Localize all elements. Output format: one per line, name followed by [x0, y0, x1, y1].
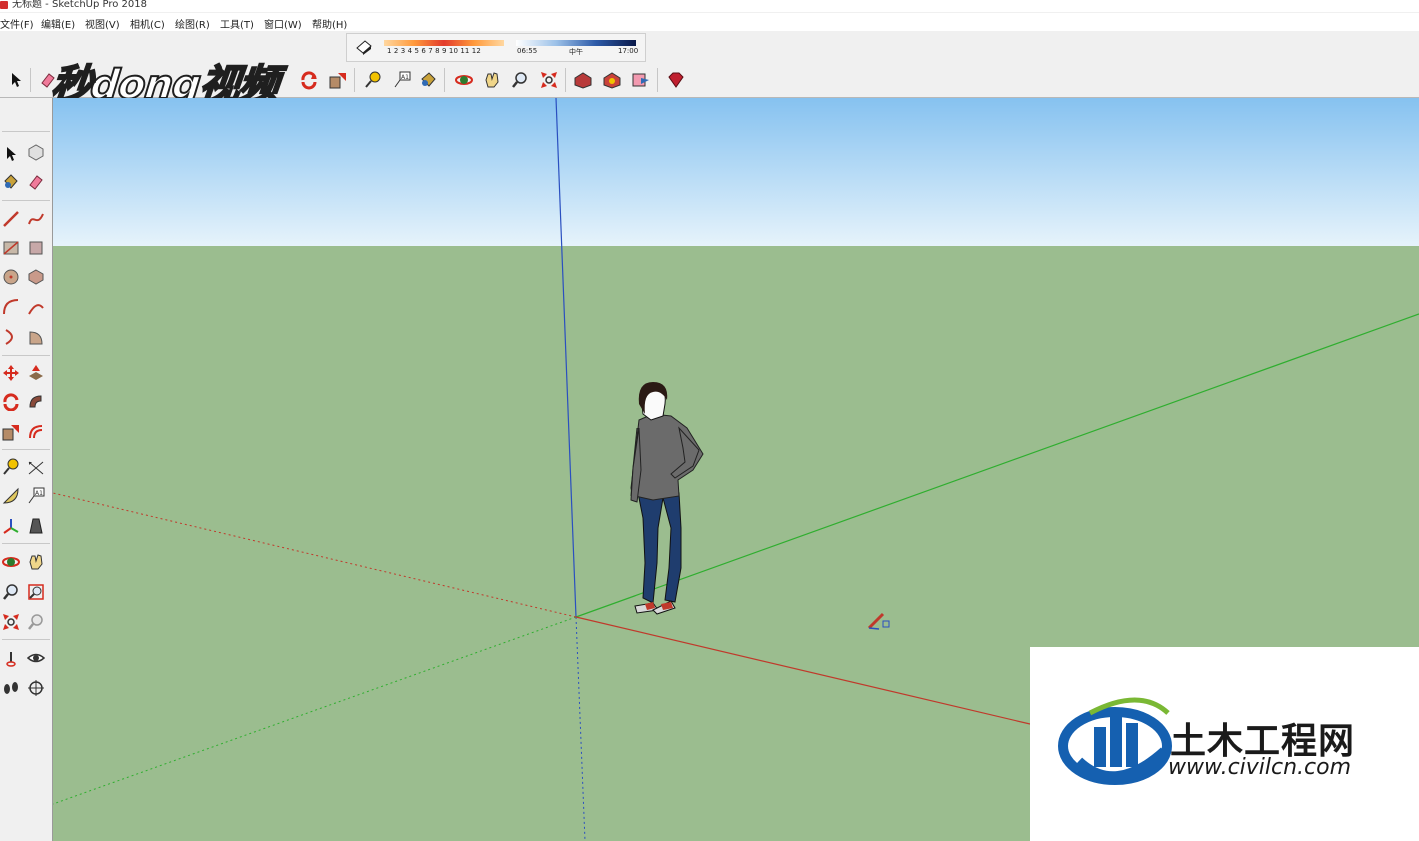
pie-icon[interactable]: [25, 326, 47, 348]
extension-warehouse-icon[interactable]: [600, 68, 624, 92]
polygon-icon[interactable]: [25, 266, 47, 288]
svg-text:A1: A1: [401, 74, 409, 81]
toolbar-divider: [565, 68, 566, 92]
dimension-icon[interactable]: [25, 456, 47, 478]
toolbar-divider: [2, 543, 50, 544]
rotate-icon[interactable]: [297, 68, 321, 92]
toolbar-divider: [30, 68, 31, 92]
two-point-arc-icon[interactable]: [25, 296, 47, 318]
zoom-extents-icon[interactable]: [0, 611, 22, 633]
pan-icon[interactable]: [25, 551, 47, 573]
menu-camera[interactable]: 相机(C): [130, 16, 165, 31]
scale-icon[interactable]: [0, 421, 22, 443]
zoom-extents-icon[interactable]: [537, 68, 561, 92]
paint-bucket-icon[interactable]: [416, 68, 440, 92]
menu-window[interactable]: 窗口(W): [264, 16, 302, 31]
select-icon[interactable]: [0, 143, 22, 165]
window-title: 无标题 - SketchUp Pro 2018: [12, 0, 147, 10]
component-icon[interactable]: [25, 141, 47, 163]
toolbar-divider: [2, 131, 50, 132]
rotated-rectangle-icon[interactable]: [25, 237, 47, 259]
toolbar-divider: [2, 639, 50, 640]
menu-bar: 文件(F) 编辑(E) 视图(V) 相机(C) 绘图(R) 工具(T) 窗口(W…: [0, 13, 1419, 31]
time-end-label: 17:00: [618, 47, 639, 55]
toolbar-divider: [2, 355, 50, 356]
orbit-icon[interactable]: [0, 551, 22, 573]
look-around-icon[interactable]: [25, 647, 47, 669]
time-start-label: 06:55: [517, 47, 538, 55]
arc-icon[interactable]: [0, 296, 22, 318]
menu-file[interactable]: 文件(F): [0, 16, 34, 31]
three-point-arc-icon[interactable]: [0, 326, 22, 348]
menu-view[interactable]: 视图(V): [85, 16, 120, 31]
toolbar-divider: [657, 68, 658, 92]
civilcn-url: www.civilcn.com: [1168, 755, 1352, 780]
sketchup-window: 无标题 - SketchUp Pro 2018 文件(F) 编辑(E) 视图(V…: [0, 0, 1419, 841]
rotate-icon[interactable]: [0, 391, 22, 413]
text-icon[interactable]: A1: [25, 485, 47, 507]
eraser-icon[interactable]: [25, 171, 47, 193]
menu-draw[interactable]: 绘图(R): [175, 16, 210, 31]
offset-icon[interactable]: [25, 421, 47, 443]
sketchup-app-icon: [0, 1, 8, 9]
time-slider[interactable]: [516, 40, 636, 46]
line-icon[interactable]: [0, 208, 22, 230]
circle-icon[interactable]: [0, 266, 22, 288]
month-slider[interactable]: [384, 40, 504, 46]
3d-text-icon[interactable]: [25, 515, 47, 537]
toolbar-divider: [2, 449, 50, 450]
menu-tools[interactable]: 工具(T): [220, 16, 254, 31]
send-to-layout-icon[interactable]: [629, 68, 653, 92]
title-bar: 无标题 - SketchUp Pro 2018: [0, 0, 1419, 12]
sky: [53, 98, 1419, 246]
toolbar-divider: [2, 200, 50, 201]
walk-icon[interactable]: [0, 677, 22, 699]
time-noon-label: 中午: [569, 48, 583, 56]
text-icon[interactable]: A1: [390, 68, 414, 92]
orbit-icon[interactable]: [452, 68, 476, 92]
zoom-window-icon[interactable]: [25, 581, 47, 603]
push-pull-icon[interactable]: [25, 362, 47, 384]
select-icon[interactable]: [4, 68, 28, 92]
svg-text:A1: A1: [35, 490, 43, 497]
scale-icon[interactable]: [326, 68, 350, 92]
freehand-icon[interactable]: [25, 208, 47, 230]
protractor-icon[interactable]: [0, 485, 22, 507]
toolbar-divider: [354, 68, 355, 92]
warehouse-icon[interactable]: [571, 68, 595, 92]
move-icon[interactable]: [0, 362, 22, 384]
tape-measure-icon[interactable]: [361, 68, 385, 92]
zoom-icon[interactable]: [0, 581, 22, 603]
shadows-toggle-icon[interactable]: [354, 38, 374, 56]
month-labels: 1 2 3 4 5 6 7 8 9 10 11 12: [387, 47, 481, 55]
ruby-icon[interactable]: [664, 68, 688, 92]
paint-bucket-icon[interactable]: [0, 171, 22, 193]
tape-measure-icon[interactable]: [0, 456, 22, 478]
zoom-icon[interactable]: [508, 68, 532, 92]
axes-icon[interactable]: [0, 515, 22, 537]
previous-view-icon[interactable]: [25, 611, 47, 633]
menu-help[interactable]: 帮助(H): [312, 16, 347, 31]
section-plane-icon[interactable]: [25, 677, 47, 699]
position-camera-icon[interactable]: [0, 647, 22, 669]
menu-edit[interactable]: 编辑(E): [41, 16, 75, 31]
pan-icon[interactable]: [480, 68, 504, 92]
toolbar-divider: [444, 68, 445, 92]
follow-me-icon[interactable]: [25, 391, 47, 413]
rectangle-icon[interactable]: [0, 237, 22, 259]
